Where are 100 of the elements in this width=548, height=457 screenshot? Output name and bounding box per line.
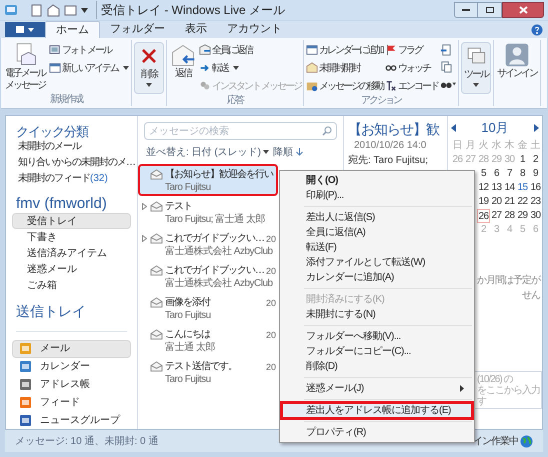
ribbon-button[interactable]: 転送	[199, 60, 301, 76]
calendar-day[interactable]: 13	[490, 181, 503, 195]
document-icon[interactable]	[440, 44, 452, 56]
ribbon-button[interactable]: サインイン	[496, 42, 538, 80]
calendar-day[interactable]: 6	[490, 167, 503, 181]
app-icon[interactable]	[4, 3, 18, 17]
folder-item[interactable]: ごみ箱	[12, 277, 131, 293]
menu-item[interactable]: フォルダーにコピー(C)...	[282, 344, 472, 359]
folder-item[interactable]: 迷惑メール	[12, 261, 131, 277]
sort-order-button[interactable]: 降順	[273, 144, 303, 160]
section-heading: 送信トレイ	[15, 302, 87, 321]
app-menu-button[interactable]	[5, 22, 45, 37]
menu-item[interactable]: 迷惑メール(J)	[282, 381, 472, 396]
ribbon-tab[interactable]: アカウント	[217, 21, 292, 38]
calendar-day[interactable]: 2	[529, 153, 542, 167]
calendar-day[interactable]: 8	[516, 167, 529, 181]
ribbon-tab[interactable]: ホーム	[45, 21, 100, 38]
calendar-day[interactable]: 29	[516, 209, 529, 223]
quick-view-item[interactable]: 未開封のフィード(32)	[6, 171, 137, 187]
nav-item[interactable]: ニュースグループ	[12, 411, 131, 429]
menu-item[interactable]: プロパティ(R)	[282, 425, 472, 440]
quick-view-item[interactable]: 未開封のメール	[6, 139, 137, 155]
calendar-day[interactable]: 14	[503, 181, 516, 195]
calendar-day[interactable]: 19	[477, 195, 490, 209]
calendar-day[interactable]: 20	[490, 195, 503, 209]
ribbon-button[interactable]: ツール	[460, 42, 491, 94]
message-item[interactable]: これでガイドブックい… 20 富士通株式会社 AzbyClub	[138, 228, 278, 260]
nav-item[interactable]: フィード	[12, 393, 131, 412]
sort-button[interactable]: 並べ替え: 日付 (スレッド)	[146, 144, 269, 160]
menu-item[interactable]: 転送(F)	[282, 240, 472, 255]
message-subject: テスト	[165, 200, 192, 214]
dropdown-caret-icon	[263, 150, 269, 154]
ribbon-button[interactable]: カレンダーに追加	[306, 42, 383, 58]
ribbon-button[interactable]: 新しいアイテム	[49, 60, 129, 76]
close-button[interactable]	[502, 2, 544, 18]
nav-item[interactable]: メール	[12, 340, 131, 358]
nav-item[interactable]: アドレス帳	[12, 376, 131, 394]
search-field[interactable]: メッセージの検索	[144, 122, 337, 140]
ribbon-button[interactable]: 電子メールメッセージ	[3, 42, 47, 92]
previous-arrow-icon[interactable]	[451, 124, 456, 132]
folder-item[interactable]: 下書き	[12, 229, 131, 245]
dropdown-caret-icon[interactable]	[81, 8, 88, 12]
menu-item[interactable]: 印刷(P)...	[282, 188, 472, 203]
calendar-day[interactable]: 16	[529, 181, 542, 195]
ribbon-button[interactable]: ウォッチ	[384, 60, 438, 76]
quick-view-item[interactable]: 知り合いからの未開封のメ…	[6, 155, 137, 171]
weekday-label: 土	[530, 138, 542, 153]
calendar-day[interactable]: 5	[477, 167, 490, 181]
menu-item[interactable]: 全員に返信(A)	[282, 225, 472, 240]
menu-item[interactable]: 開く(O)	[282, 173, 472, 188]
ribbon-button[interactable]: フラグ	[384, 42, 438, 58]
maximize-button[interactable]	[478, 2, 502, 18]
expand-triangle-icon[interactable]	[142, 203, 147, 210]
calendar-day[interactable]: 15	[516, 181, 529, 195]
calendar-day[interactable]: 12	[477, 181, 490, 195]
ribbon-button[interactable]: 削除	[134, 42, 164, 94]
calendar-day[interactable]: 26	[477, 209, 490, 223]
calendar-day[interactable]: 1	[516, 153, 529, 167]
ribbon-tab[interactable]: フォルダー	[100, 21, 175, 38]
ribbon-button[interactable]: エンコード	[384, 78, 438, 94]
menu-item[interactable]: 差出人をアドレス帳に追加する(E)	[282, 403, 472, 418]
calendar-entry-text: す	[477, 396, 488, 407]
ribbon-button[interactable]: 未開封/開封	[306, 60, 383, 76]
ribbon-button[interactable]: メッセージの移動	[306, 78, 383, 94]
ribbon-button[interactable]: フォト メール	[49, 42, 129, 58]
weekday-label: 金	[516, 139, 528, 153]
ribbon-button[interactable]: 全員に返信	[199, 42, 301, 58]
message-item[interactable]: 画像を添付 20 Taro Fujitsu	[138, 292, 278, 324]
calendar-day[interactable]: 23	[529, 195, 542, 209]
folder-item[interactable]: 送信済みアイテム	[12, 245, 131, 261]
next-arrow-icon[interactable]	[534, 124, 539, 132]
menu-item[interactable]: カレンダーに追加(A)	[282, 270, 472, 285]
menu-item[interactable]: 削除(D)	[282, 359, 472, 374]
calendar-day[interactable]: 7	[503, 167, 516, 181]
ribbon-button[interactable]: 返信	[169, 42, 197, 80]
expand-triangle-icon[interactable]	[142, 235, 147, 242]
nav-item[interactable]: カレンダー	[12, 358, 131, 376]
ribbon-tab[interactable]: 表示	[175, 21, 217, 38]
document-icon[interactable]	[30, 4, 43, 16]
calendar-day[interactable]: 9	[529, 167, 542, 181]
window-icon[interactable]	[64, 4, 77, 16]
copy-icon[interactable]	[440, 61, 452, 73]
help-icon[interactable]	[531, 24, 543, 36]
calendar-day[interactable]: 21	[503, 195, 516, 209]
message-item[interactable]: テスト Taro Fujitsu; 富士通 太郎	[138, 196, 278, 228]
menu-item[interactable]: 添付ファイルとして転送(W)	[282, 255, 472, 270]
message-item[interactable]: テスト送信です。 20 Taro Fujitsu	[138, 356, 278, 388]
minimize-button[interactable]	[454, 2, 478, 18]
calendar-day[interactable]: 30	[529, 209, 542, 223]
calendar-day[interactable]: 22	[516, 195, 529, 209]
menu-item[interactable]: フォルダーへ移動(V)...	[282, 329, 472, 344]
message-item[interactable]: 【お知らせ】歓迎会を行い Taro Fujitsu	[138, 164, 278, 196]
menu-item[interactable]: 差出人に返信(S)	[282, 210, 472, 225]
menu-item[interactable]: 未開封にする(N)	[282, 307, 472, 322]
folder-item[interactable]: 受信トレイ	[12, 213, 131, 229]
calendar-day[interactable]: 27	[490, 209, 503, 223]
message-item[interactable]: これでガイドブックい… 20 富士通株式会社 AzbyClub	[138, 260, 278, 292]
message-date: 20	[266, 361, 277, 374]
message-item[interactable]: こんにちは 20 富士通 太郎	[138, 324, 278, 356]
calendar-day[interactable]: 28	[503, 209, 516, 223]
